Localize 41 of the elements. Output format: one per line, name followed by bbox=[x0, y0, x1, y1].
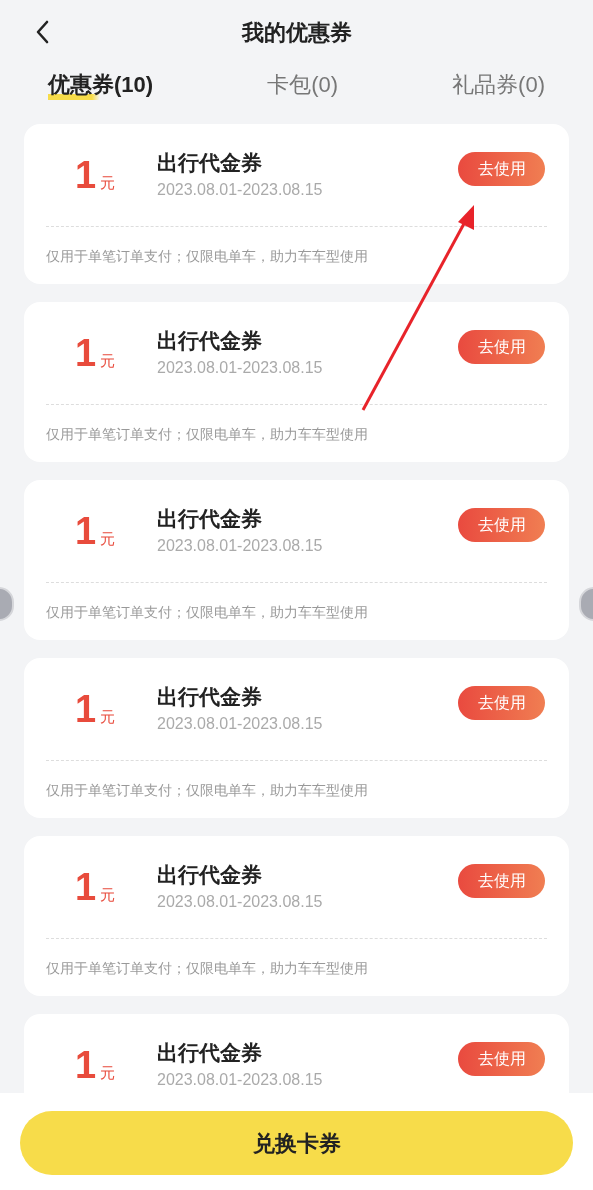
coupon-terms: 仅用于单笔订单支付；仅限电单车，助力车车型使用 bbox=[46, 425, 369, 444]
coupon-dates: 2023.08.01-2023.08.15 bbox=[157, 714, 324, 734]
coupon-amount: 1 bbox=[75, 1045, 97, 1084]
coupon-amount: 1 bbox=[75, 511, 97, 550]
coupon-terms: 仅用于单笔订单支付；仅限电单车，助力车车型使用 bbox=[46, 603, 369, 622]
coupon-title: 出行代金券 bbox=[157, 1040, 263, 1066]
currency-unit: 元 bbox=[100, 172, 116, 193]
coupon-dates: 2023.08.01-2023.08.15 bbox=[157, 892, 324, 912]
use-button[interactable]: 去使用 bbox=[458, 686, 545, 720]
coupon-title: 出行代金券 bbox=[157, 328, 263, 354]
coupon-terms: 仅用于单笔订单支付；仅限电单车，助力车车型使用 bbox=[46, 781, 369, 800]
coupon-amount: 1 bbox=[75, 867, 97, 906]
use-button[interactable]: 去使用 bbox=[458, 508, 545, 542]
tab[interactable]: 优惠券(10) bbox=[48, 70, 154, 100]
coupon-dates: 2023.08.01-2023.08.15 bbox=[157, 180, 324, 200]
coupon-title: 出行代金券 bbox=[157, 506, 263, 532]
back-icon bbox=[35, 20, 49, 44]
coupon-terms: 仅用于单笔订单支付；仅限电单车，助力车车型使用 bbox=[46, 247, 369, 266]
coupon-title: 出行代金券 bbox=[157, 862, 263, 888]
coupon-amount: 1 bbox=[75, 333, 97, 372]
use-button[interactable]: 去使用 bbox=[458, 152, 545, 186]
currency-unit: 元 bbox=[100, 884, 116, 905]
tab[interactable]: 礼品券(0) bbox=[452, 70, 545, 100]
currency-unit: 元 bbox=[100, 1062, 116, 1083]
coupon-amount: 1 bbox=[75, 689, 97, 728]
page-title: 我的优惠券 bbox=[241, 19, 352, 47]
coupon-dates: 2023.08.01-2023.08.15 bbox=[157, 358, 324, 378]
redeem-button[interactable]: 兑换卡券 bbox=[20, 1111, 573, 1175]
use-button[interactable]: 去使用 bbox=[458, 864, 545, 898]
coupon-title: 出行代金券 bbox=[157, 684, 263, 710]
coupon-amount: 1 bbox=[75, 155, 97, 194]
coupon-dates: 2023.08.01-2023.08.15 bbox=[157, 1070, 324, 1090]
coupon-terms: 仅用于单笔订单支付；仅限电单车，助力车车型使用 bbox=[46, 959, 369, 978]
coupon-dates: 2023.08.01-2023.08.15 bbox=[157, 536, 324, 556]
currency-unit: 元 bbox=[100, 350, 116, 371]
use-button[interactable]: 去使用 bbox=[458, 330, 545, 364]
tab[interactable]: 卡包(0) bbox=[267, 70, 339, 100]
use-button[interactable]: 去使用 bbox=[458, 1042, 545, 1076]
currency-unit: 元 bbox=[100, 528, 116, 549]
coupon-title: 出行代金券 bbox=[157, 150, 263, 176]
currency-unit: 元 bbox=[100, 706, 116, 727]
